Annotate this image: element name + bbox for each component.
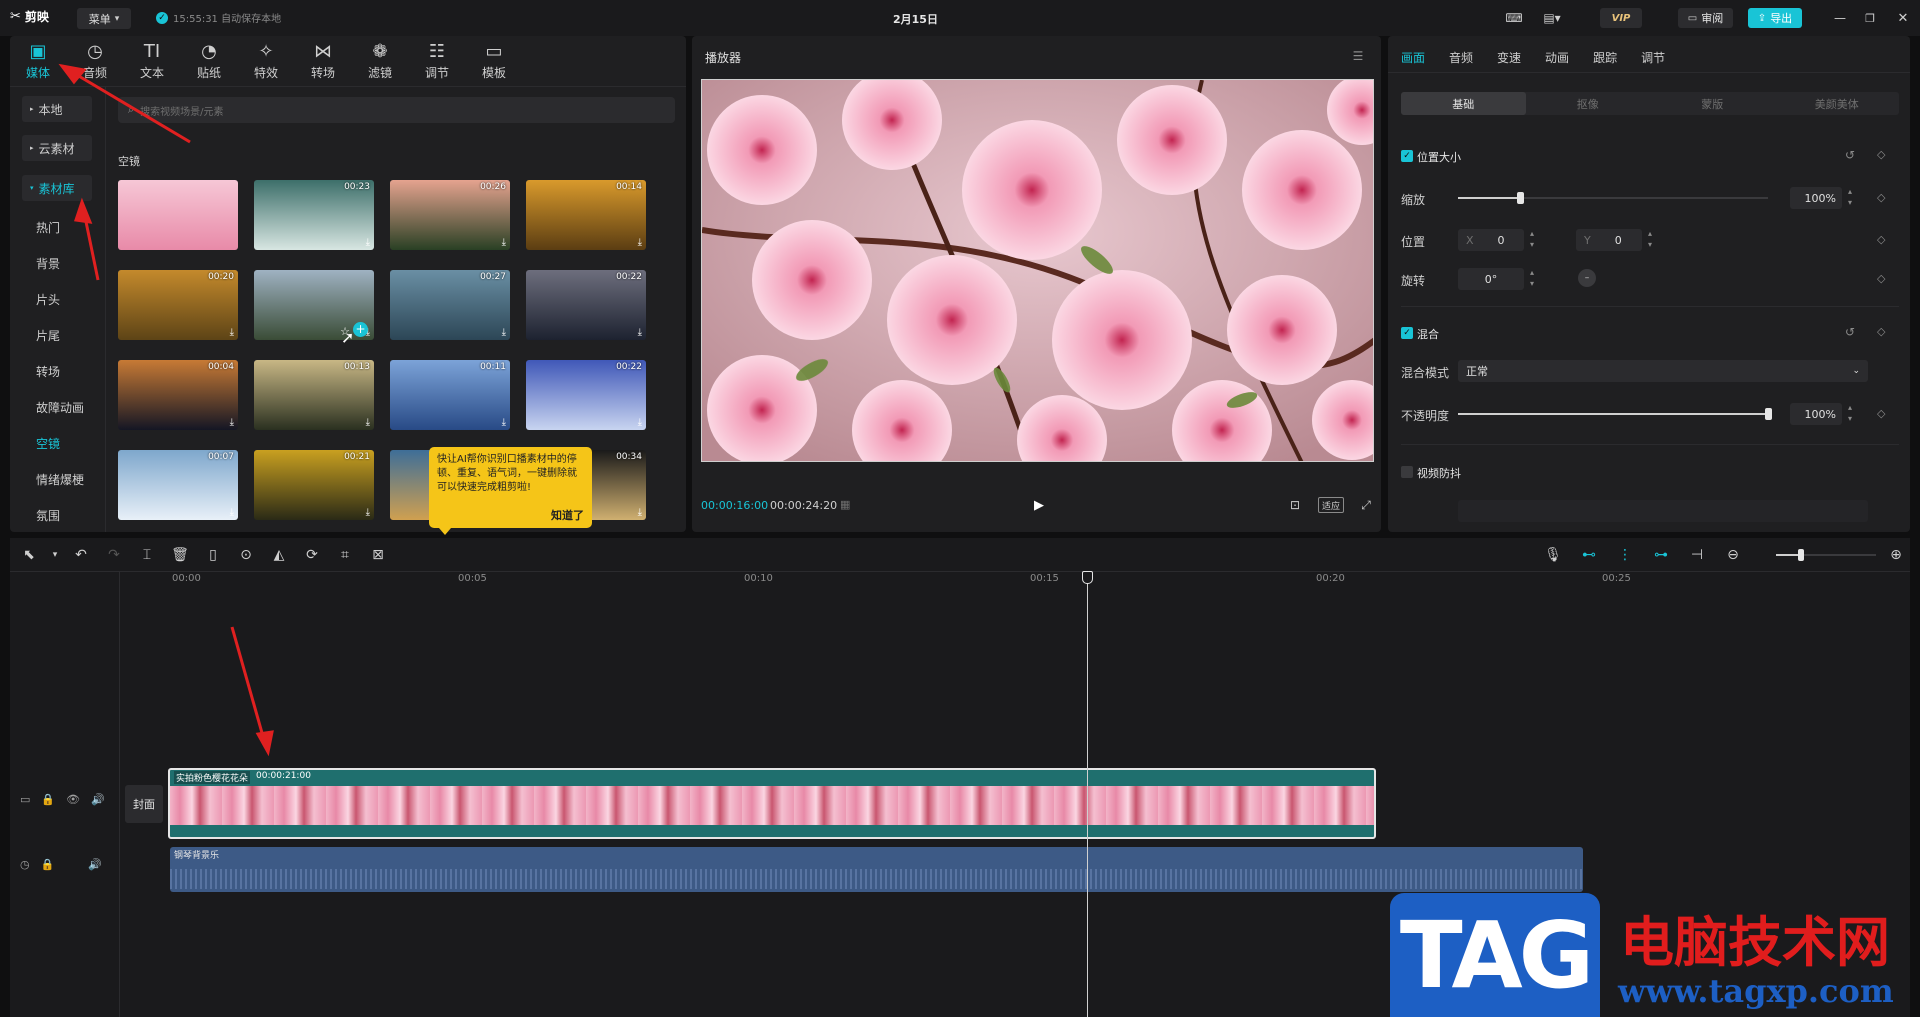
annotation-arrow bbox=[230, 626, 266, 741]
watermark-site-name: 电脑技术网 bbox=[1620, 911, 1890, 974]
app-root: ✂ 剪映 菜单 ▾ ✓ 15:55:31 自动保存本地 2月15日 ⌨ ▤▾ V… bbox=[0, 0, 1920, 1017]
annotation-arrow bbox=[71, 70, 191, 144]
annotation-arrowhead bbox=[255, 730, 274, 757]
annotation-overlay bbox=[58, 63, 274, 757]
watermark-logo: TAG bbox=[1390, 893, 1600, 1017]
watermark-tag: TAG bbox=[1399, 901, 1594, 1009]
mouse-cursor-icon: ➚ bbox=[341, 328, 355, 347]
watermark-url: www.tagxp.com bbox=[1618, 972, 1894, 1010]
annotation-arrowhead bbox=[74, 197, 93, 224]
annotation-arrowhead bbox=[58, 63, 87, 85]
